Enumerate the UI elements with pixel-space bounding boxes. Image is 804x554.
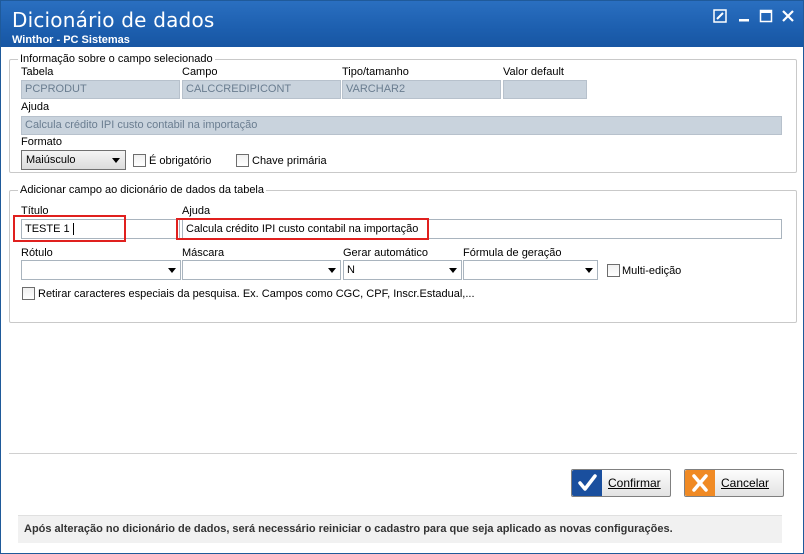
footer-message: Após alteração no dicionário de dados, s…	[18, 515, 782, 543]
tabela-label: Tabela	[21, 66, 54, 78]
rotulo-select[interactable]	[21, 260, 181, 280]
chevron-down-icon	[168, 268, 176, 273]
info-group-title: Informação sobre o campo selecionado	[18, 53, 215, 65]
main-content: Informação sobre o campo selecionado Tab…	[5, 48, 800, 548]
ajuda-add-label: Ajuda	[182, 205, 211, 217]
minimize-icon[interactable]	[736, 9, 752, 25]
ajuda-info-field: Calcula crédito IPI custo contabil na im…	[21, 116, 782, 135]
chevron-down-icon	[449, 268, 457, 273]
tipo-field: VARCHAR2	[342, 80, 501, 99]
tipo-label: Tipo/tamanho	[342, 66, 409, 78]
window-title: Dicionário de dados	[12, 8, 215, 32]
formato-label: Formato	[21, 136, 62, 148]
confirmar-label: Confirmar	[608, 476, 661, 490]
confirmar-button[interactable]: Confirmar	[571, 469, 671, 497]
highlight-box-ajuda	[176, 218, 429, 240]
gerar-select[interactable]: N	[343, 260, 462, 280]
multi-edicao-checkbox[interactable]	[607, 264, 620, 277]
maximize-icon[interactable]	[758, 9, 774, 25]
window-subtitle: Winthor - PC Sistemas	[12, 34, 130, 46]
formato-select[interactable]: Maiúsculo	[21, 150, 126, 170]
chevron-down-icon	[328, 268, 336, 273]
campo-label: Campo	[182, 66, 218, 78]
valor-default-label: Valor default	[503, 66, 564, 78]
retirar-checkbox[interactable]	[22, 287, 35, 300]
chevron-down-icon	[585, 268, 593, 273]
chevron-down-icon	[112, 158, 120, 163]
obrigatorio-label: É obrigatório	[149, 155, 212, 167]
formula-select[interactable]	[463, 260, 598, 280]
chave-primaria-label: Chave primária	[252, 155, 327, 167]
x-icon	[685, 470, 715, 496]
tabela-field: PCPRODUT	[21, 80, 180, 99]
valor-default-field	[503, 80, 587, 99]
title-bar[interactable]: Dicionário de dados Winthor - PC Sistema…	[1, 1, 803, 47]
multi-edicao-label: Multi-edição	[622, 265, 682, 277]
ajuda-info-label: Ajuda	[21, 101, 50, 113]
check-icon	[572, 470, 602, 496]
cancelar-label: Cancelar	[721, 476, 770, 490]
retirar-label: Retirar caracteres especiais da pesquisa…	[38, 288, 475, 300]
campo-field: CALCCREDIPICONT	[182, 80, 341, 99]
rotulo-label: Rótulo	[21, 247, 53, 259]
mascara-select[interactable]	[182, 260, 341, 280]
cancelar-button[interactable]: Cancelar	[684, 469, 784, 497]
highlight-box-titulo	[13, 215, 126, 242]
divider	[9, 453, 797, 454]
formula-label: Fórmula de geração	[463, 247, 562, 259]
add-group-title: Adicionar campo ao dicionário de dados d…	[18, 184, 266, 196]
close-icon[interactable]	[780, 9, 796, 25]
gerar-value: N	[347, 264, 355, 276]
gerar-label: Gerar automático	[343, 247, 428, 259]
obrigatorio-checkbox[interactable]	[133, 154, 146, 167]
mascara-label: Máscara	[182, 247, 225, 259]
formato-value: Maiúsculo	[26, 154, 76, 166]
chave-primaria-checkbox[interactable]	[236, 154, 249, 167]
dicionario-window: Dicionário de dados Winthor - PC Sistema…	[0, 0, 804, 554]
edit-icon[interactable]	[712, 9, 728, 25]
